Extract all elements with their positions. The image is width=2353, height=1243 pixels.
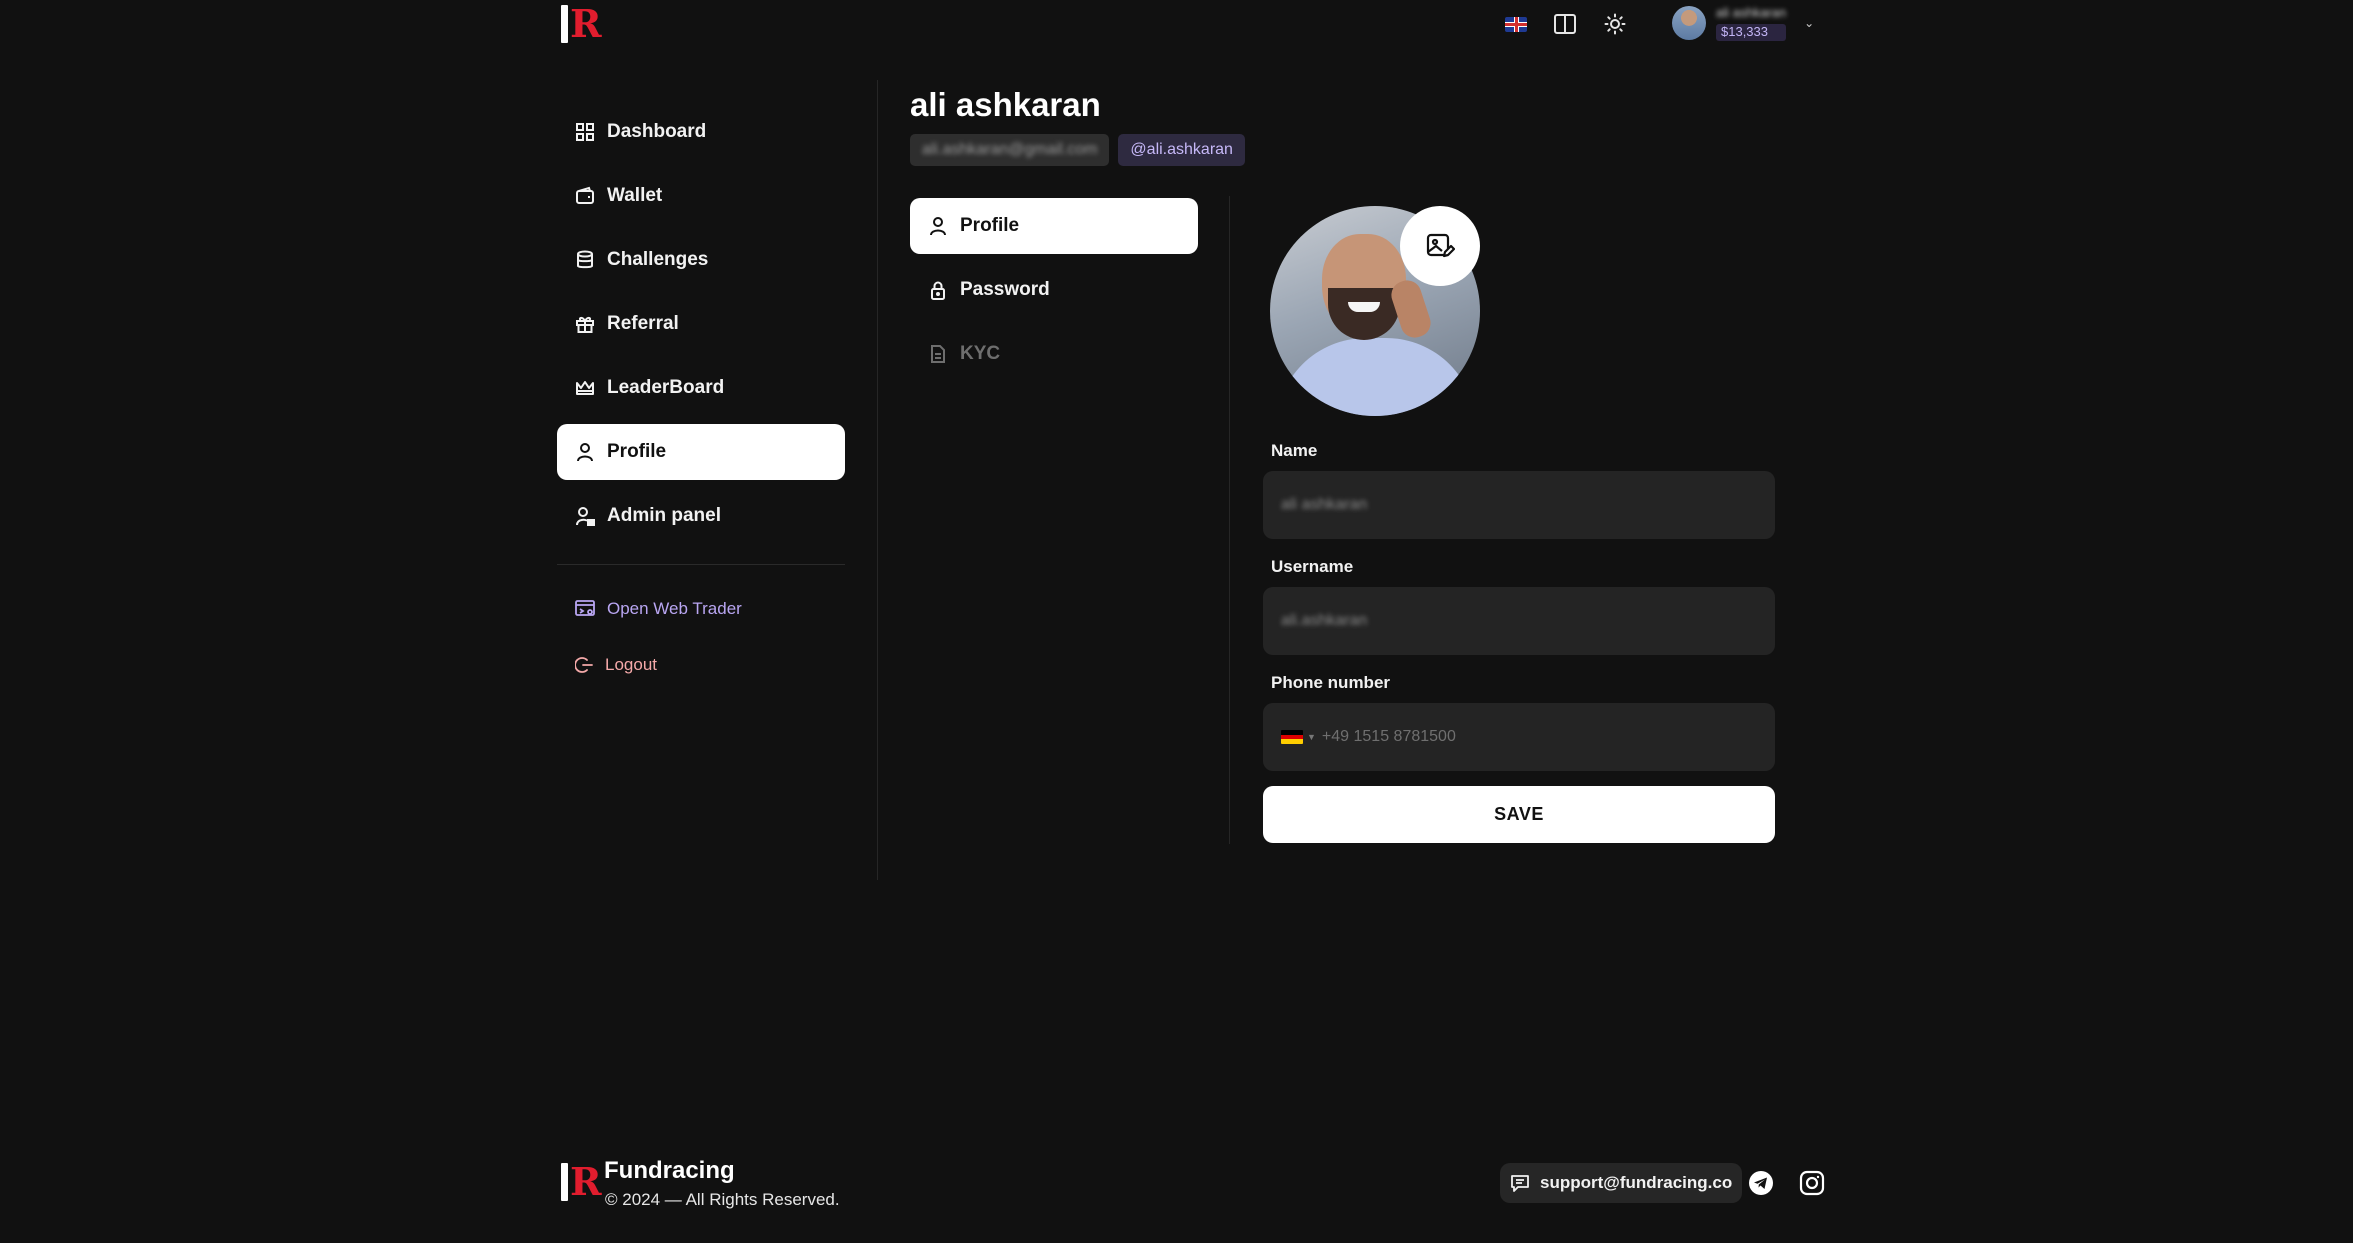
phone-input[interactable]: +49 1515 8781500 <box>1322 728 1456 746</box>
edit-photo-button[interactable] <box>1400 206 1480 286</box>
crown-icon <box>576 381 594 395</box>
user-name: ali ashkaran <box>1716 5 1787 20</box>
sidebar: Dashboard Wallet Challenges Referral Lea… <box>557 104 845 707</box>
terminal-icon <box>575 600 595 616</box>
brand-logo[interactable]: R <box>561 5 602 43</box>
logo-bar <box>561 1163 568 1201</box>
sidebar-item-label: Profile <box>607 441 667 462</box>
user-icon <box>930 217 946 236</box>
user-lock-icon <box>576 507 595 526</box>
grid-icon <box>576 123 594 141</box>
document-icon <box>931 345 945 363</box>
email-text: ali.ashkaran@gmail.com <box>922 141 1098 158</box>
sidebar-item-label: Dashboard <box>607 121 707 142</box>
tabs-divider <box>1229 196 1230 844</box>
split-view-icon[interactable] <box>1553 12 1577 36</box>
support-email: support@fundracing.co <box>1540 1173 1733 1192</box>
logout-label: Logout <box>605 655 657 674</box>
phone-label: Phone number <box>1271 673 1391 692</box>
open-web-trader-link[interactable]: Open Web Trader <box>557 595 845 623</box>
support-email-link[interactable]: support@fundracing.co <box>1500 1163 1743 1203</box>
tab-kyc[interactable]: KYC <box>910 326 1198 382</box>
message-icon <box>1511 1175 1529 1192</box>
sidebar-divider <box>557 564 845 565</box>
sidebar-item-label: Admin panel <box>607 505 722 526</box>
tab-profile[interactable]: Profile <box>910 198 1198 254</box>
instagram-icon[interactable] <box>1799 1170 1825 1196</box>
logo-letter: R <box>570 1159 602 1204</box>
profile-avatar <box>1270 206 1480 416</box>
image-edit-icon <box>1426 233 1455 258</box>
gift-icon <box>576 317 594 333</box>
handle-badge: @ali.ashkaran <box>1118 134 1245 166</box>
logo-letter: R <box>570 1 602 46</box>
tab-password[interactable]: Password <box>910 262 1198 318</box>
page: R ali ashkaran $13,333 ⌄ Dashboard Walle… <box>0 0 2353 1243</box>
footer-brand: Fundracing <box>604 1157 735 1184</box>
tab-label: Profile <box>960 215 1020 236</box>
database-icon <box>577 250 593 269</box>
logout-link[interactable]: Logout <box>557 651 845 679</box>
sidebar-item-label: Referral <box>607 313 679 334</box>
page-title: ali ashkaran <box>910 86 1101 123</box>
chevron-down-icon[interactable]: ⌄ <box>1804 16 1814 30</box>
sidebar-item-profile[interactable]: Profile <box>557 424 845 480</box>
logout-icon <box>575 657 593 673</box>
name-value: ali ashkaran <box>1281 496 1368 513</box>
user-balance: $13,333 <box>1716 24 1787 41</box>
sidebar-item-admin-panel[interactable]: Admin panel <box>557 488 845 544</box>
lock-icon <box>931 281 945 300</box>
sidebar-item-challenges[interactable]: Challenges <box>557 232 845 288</box>
username-value: ali.ashkaran <box>1281 612 1368 629</box>
tab-label: Password <box>960 279 1050 300</box>
user-icon <box>577 443 593 462</box>
sidebar-item-label: LeaderBoard <box>607 377 725 398</box>
chevron-down-icon[interactable]: ▼ <box>1307 732 1316 742</box>
email-badge: ali.ashkaran@gmail.com <box>910 134 1110 166</box>
user-meta: ali ashkaran $13,333 <box>1716 5 1787 41</box>
sidebar-item-referral[interactable]: Referral <box>557 296 845 352</box>
germany-flag-icon[interactable] <box>1281 730 1303 744</box>
username-label: Username <box>1271 557 1354 576</box>
sidebar-item-leaderboard[interactable]: LeaderBoard <box>557 360 845 416</box>
sidebar-item-label: Wallet <box>607 185 663 206</box>
footer-logo: R <box>561 1163 602 1201</box>
avatar <box>1672 6 1706 41</box>
name-field[interactable]: ali ashkaran <box>1263 471 1775 539</box>
sidebar-item-dashboard[interactable]: Dashboard <box>557 104 845 160</box>
footer-copyright: © 2024 — All Rights Reserved. <box>605 1190 840 1209</box>
telegram-icon[interactable] <box>1748 1170 1774 1196</box>
phone-field[interactable]: ▼ +49 1515 8781500 <box>1263 703 1775 771</box>
wallet-icon <box>576 186 594 204</box>
sun-icon[interactable] <box>1603 12 1627 36</box>
profile-chips: ali.ashkaran@gmail.com @ali.ashkaran <box>910 134 1245 166</box>
content-divider <box>877 80 878 880</box>
username-field[interactable]: ali.ashkaran <box>1263 587 1775 655</box>
tab-label: KYC <box>960 343 1001 364</box>
logo-bar <box>561 5 568 43</box>
sidebar-item-wallet[interactable]: Wallet <box>557 168 845 224</box>
user-menu[interactable]: ali ashkaran $13,333 ⌄ <box>1672 5 1814 41</box>
save-button[interactable]: SAVE <box>1263 786 1775 843</box>
profile-tabs: Profile Password KYC <box>910 198 1198 390</box>
topbar-actions <box>1505 12 1627 36</box>
name-label: Name <box>1271 441 1318 460</box>
open-web-trader-label: Open Web Trader <box>607 599 742 618</box>
uk-flag-icon[interactable] <box>1505 16 1527 32</box>
sidebar-item-label: Challenges <box>607 249 709 270</box>
